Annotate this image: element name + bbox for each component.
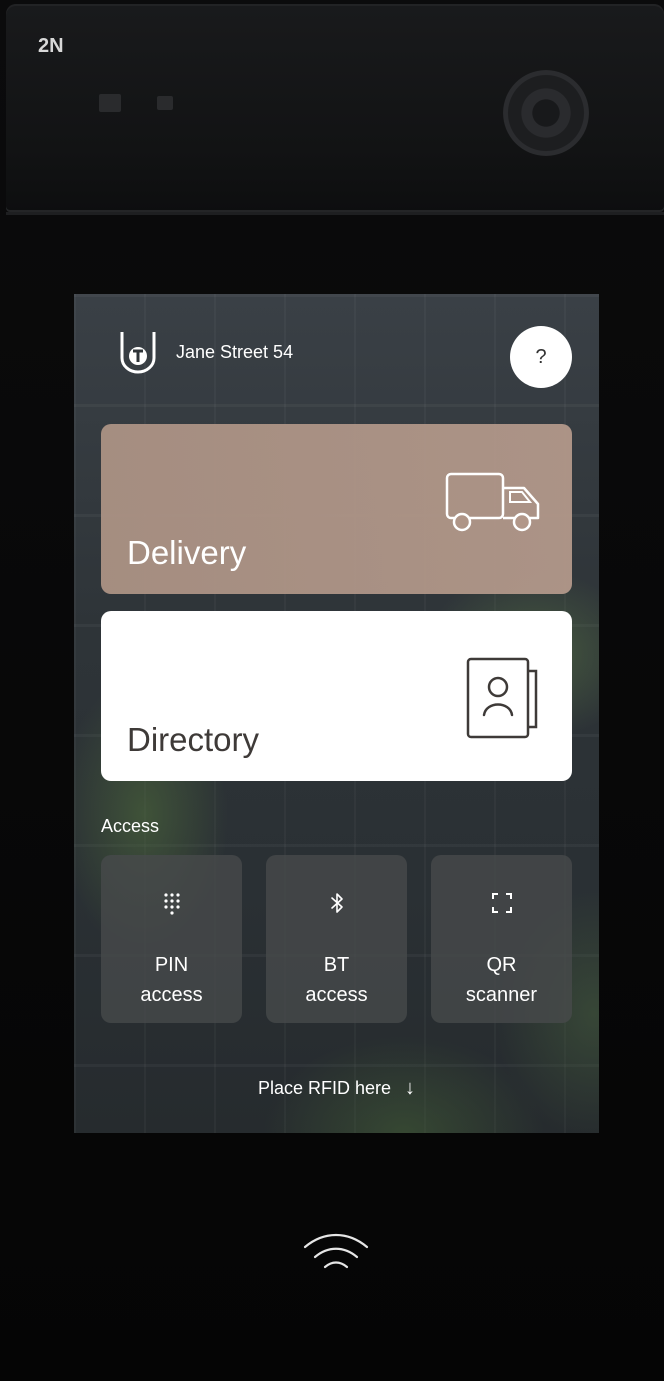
pin-access-label-line2: access	[140, 984, 203, 1006]
arrow-down-icon: ↓	[405, 1077, 416, 1099]
qr-scanner-label-line2: scanner	[465, 984, 538, 1006]
bt-access-label-line2: access	[305, 984, 368, 1006]
delivery-button[interactable]: Delivery	[101, 424, 572, 594]
bt-access-label-line1: BT	[323, 954, 350, 976]
nfc-reader-icon	[303, 1234, 369, 1269]
pin-access-label-line1: PIN	[154, 954, 189, 976]
brand-logo: 2N	[38, 35, 64, 56]
divider	[6, 212, 664, 215]
brand-logo-text: 2N	[38, 35, 64, 56]
qr-scanner-button[interactable]: QR scanner	[431, 855, 572, 1023]
delivery-label: Delivery	[127, 534, 247, 571]
rfid-hint: Place RFID here ↓	[74, 1077, 599, 1100]
access-section-label: Access	[101, 816, 160, 836]
bt-access-button[interactable]: BT access	[266, 855, 407, 1023]
directory-label: Directory	[127, 721, 260, 758]
qr-scanner-label-line1: QR	[486, 954, 517, 976]
sensor	[99, 94, 121, 112]
rfid-hint-label: Place RFID here	[257, 1078, 392, 1098]
help-button[interactable]: ?	[510, 326, 572, 388]
camera-bar: 2N	[6, 4, 664, 212]
truck-icon	[445, 472, 540, 532]
qr-scan-icon	[491, 893, 512, 913]
touch-screen: Jane Street 54 ? Delivery Directory Acce…	[74, 294, 599, 1133]
contact-book-icon	[466, 657, 538, 739]
qr-scanner-label: QR scanner	[431, 950, 572, 1010]
bt-access-label: BT access	[266, 950, 407, 1010]
directory-button[interactable]: Directory	[101, 611, 572, 781]
pin-access-button[interactable]: PIN access	[101, 855, 242, 1023]
sensor	[157, 96, 173, 110]
address-label: Jane Street 54	[176, 342, 294, 362]
camera-lens-icon	[503, 70, 589, 156]
bluetooth-icon	[330, 893, 343, 913]
keypad-icon	[163, 893, 180, 915]
intercom-device: 2N Jane Street 54 ? Delivery Directory A…	[0, 0, 664, 1381]
pin-access-label: PIN access	[101, 950, 242, 1010]
building-logo-icon	[120, 332, 156, 374]
